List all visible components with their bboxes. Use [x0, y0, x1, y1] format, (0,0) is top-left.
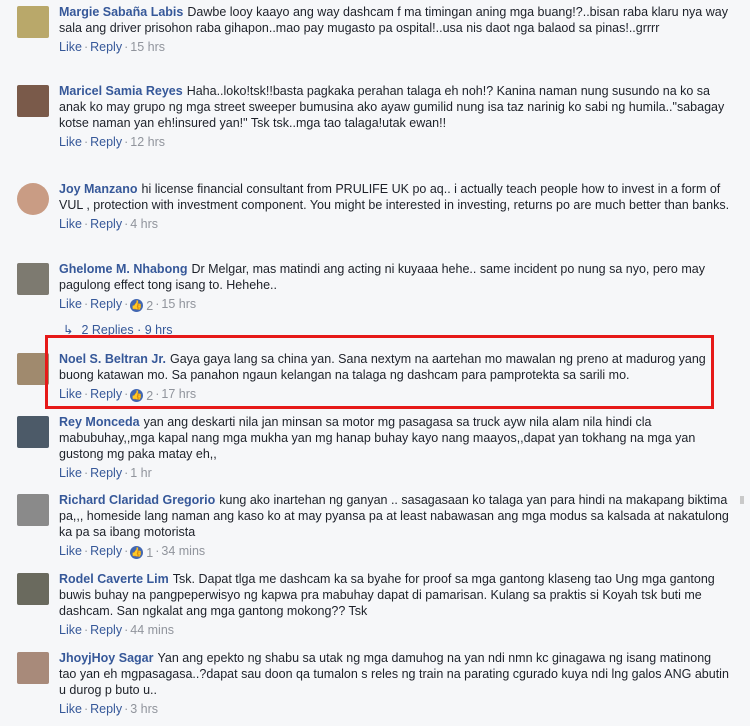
comment-actions: Like · Reply · 15 hrs [59, 40, 165, 54]
reply-arrow-icon: ↳ [63, 323, 74, 337]
reply-link[interactable]: Reply [90, 40, 122, 54]
comment-actions: Like · Reply · 4 hrs [59, 217, 159, 231]
avatar[interactable] [17, 416, 49, 448]
like-link[interactable]: Like [59, 217, 82, 231]
comment-author[interactable]: Ghelome M. Nhabong [59, 262, 187, 276]
like-link[interactable]: Like [59, 466, 82, 480]
comment-actions: Like · Reply · 👍 1 · 34 mins [59, 544, 206, 561]
view-replies-link[interactable]: ↳ 2 Replies · 9 hrs [63, 322, 173, 337]
comment-author[interactable]: Margie Sabaña Labis [59, 5, 183, 19]
reply-link[interactable]: Reply [90, 297, 122, 311]
avatar[interactable] [17, 652, 49, 684]
avatar[interactable] [17, 183, 49, 215]
comment-author[interactable]: JhoyjHoy Sagar [59, 651, 153, 665]
reply-link[interactable]: Reply [90, 466, 122, 480]
comment-author[interactable]: Rodel Caverte Lim [59, 572, 169, 586]
comment-author[interactable]: Richard Claridad Gregorio [59, 493, 215, 507]
timestamp[interactable]: 44 mins [130, 623, 174, 637]
timestamp[interactable]: 12 hrs [130, 135, 165, 149]
comment-text: Yan ang epekto ng shabu sa utak ng mga d… [59, 651, 729, 697]
avatar[interactable] [17, 85, 49, 117]
timestamp[interactable]: 4 hrs [130, 217, 158, 231]
comment-author[interactable]: Noel S. Beltran Jr. [59, 352, 166, 366]
like-link[interactable]: Like [59, 387, 82, 401]
avatar[interactable] [17, 6, 49, 38]
thumbs-up-icon: 👍 [130, 389, 144, 402]
reply-link[interactable]: Reply [90, 702, 122, 716]
comment-actions: Like · Reply · 👍 2 · 17 hrs [59, 387, 197, 404]
comment-actions: Like · Reply · 👍 2 · 15 hrs [59, 297, 197, 314]
timestamp[interactable]: 17 hrs [161, 387, 196, 401]
comment-actions: Like · Reply · 3 hrs [59, 702, 159, 716]
timestamp[interactable]: 3 hrs [130, 702, 158, 716]
comment-text: yan ang deskarti nila jan minsan sa moto… [59, 415, 696, 461]
reply-link[interactable]: Reply [90, 544, 122, 558]
reply-link[interactable]: Reply [90, 387, 122, 401]
comment-text: hi license financial consultant from PRU… [59, 182, 730, 212]
reaction-count[interactable]: 👍 2 [130, 298, 153, 314]
reaction-count[interactable]: 👍 1 [130, 545, 153, 561]
avatar[interactable] [17, 573, 49, 605]
comment-actions: Like · Reply · 1 hr [59, 466, 152, 480]
reply-link[interactable]: Reply [90, 217, 122, 231]
timestamp[interactable]: 15 hrs [130, 40, 165, 54]
reaction-count[interactable]: 👍 2 [130, 388, 153, 404]
avatar[interactable] [17, 494, 49, 526]
thumbs-up-icon: 👍 [130, 299, 144, 312]
like-link[interactable]: Like [59, 135, 82, 149]
reply-link[interactable]: Reply [90, 135, 122, 149]
avatar[interactable] [17, 353, 49, 385]
like-link[interactable]: Like [59, 702, 82, 716]
scroll-indicator[interactable] [740, 496, 744, 504]
thumbs-up-icon: 👍 [130, 546, 144, 559]
comment-author[interactable]: Rey Monceda [59, 415, 140, 429]
like-link[interactable]: Like [59, 623, 82, 637]
comment-author[interactable]: Maricel Samia Reyes [59, 84, 183, 98]
comment-actions: Like · Reply · 44 mins [59, 623, 175, 637]
timestamp[interactable]: 1 hr [130, 466, 152, 480]
timestamp[interactable]: 15 hrs [161, 297, 196, 311]
reply-link[interactable]: Reply [90, 623, 122, 637]
avatar[interactable] [17, 263, 49, 295]
like-link[interactable]: Like [59, 544, 82, 558]
comment-author[interactable]: Joy Manzano [59, 182, 138, 196]
comment-actions: Like · Reply · 12 hrs [59, 135, 165, 149]
like-link[interactable]: Like [59, 297, 82, 311]
like-link[interactable]: Like [59, 40, 82, 54]
timestamp[interactable]: 34 mins [161, 544, 205, 558]
